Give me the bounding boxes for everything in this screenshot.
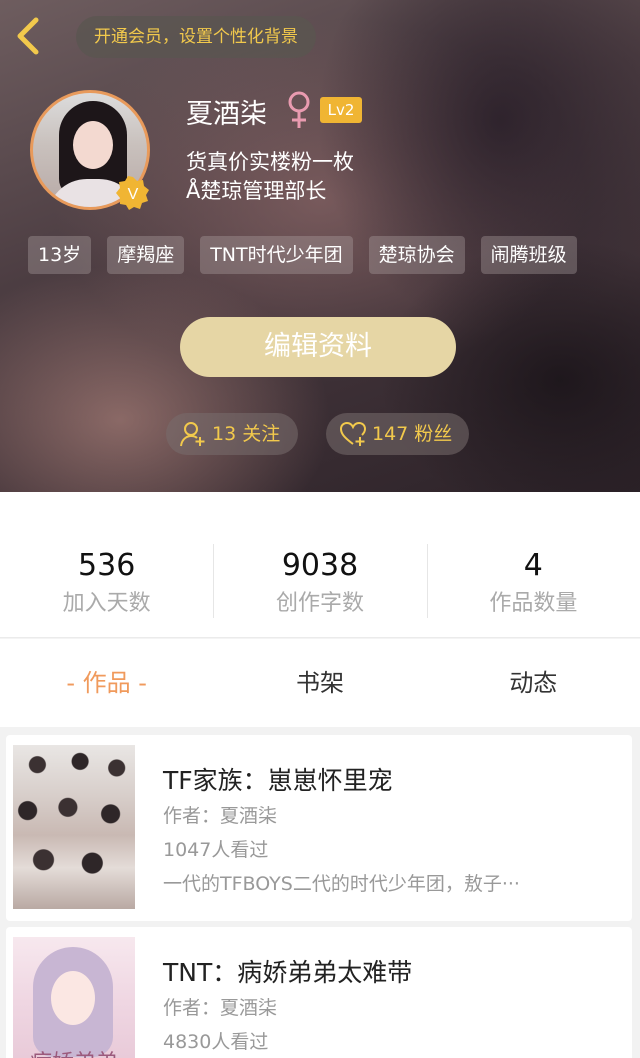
bio-line: 货真价实楼粉一枚 [186,150,354,174]
verified-badge-icon: V [116,176,150,210]
work-views: 1047人看过 [163,839,269,861]
stat-works: 4 作品数量 [426,492,640,637]
work-cover-image [13,745,135,909]
work-views: 4830人看过 [163,1031,269,1053]
stat-label: 作品数量 [489,591,578,616]
tab-works[interactable]: - 作品 - [0,639,213,727]
stat-value: 536 [78,548,136,583]
female-icon [286,90,312,130]
heart-add-icon [340,421,366,446]
stat-value: 9038 [281,548,359,583]
stat-label: 创作字数 [275,591,364,616]
tag-list: 13岁 摩羯座 TNT时代少年团 楚琼协会 闹腾班级 [28,236,577,274]
following-label: 13 关注 [212,423,281,445]
work-author: 作者：夏酒柒 [163,997,278,1019]
back-button[interactable] [8,14,52,58]
tab-bookshelf[interactable]: 书架 [213,639,426,727]
stats-bar: 536 加入天数 9038 创作字数 4 作品数量 [0,492,640,638]
work-title: TF家族：崽崽怀里宠 [163,766,393,795]
user-add-icon [180,422,205,447]
work-author: 作者：夏酒柒 [163,805,278,827]
tag-zodiac: 摩羯座 [107,236,185,274]
stat-days: 536 加入天数 [0,492,213,637]
work-description: 一代的TFBOYS二代的时代少年团，敖子··· [163,873,520,895]
works-list: TF家族：崽崽怀里宠 作者：夏酒柒 1047人看过 一代的TFBOYS二代的时代… [0,727,640,1058]
svg-text:V: V [128,186,139,203]
work-item[interactable]: 病娇弟弟 TNT：病娇弟弟太难带 作者：夏酒柒 4830人看过 [6,927,632,1058]
stat-value: 4 [523,548,543,583]
chevron-left-icon [17,17,39,55]
profile-header: 开通会员，设置个性化背景 V 夏酒柒 Lv2 货真价实楼粉一枚 Å楚琼管理部长 … [0,0,640,492]
cover-title-text: 病娇弟弟 [13,1045,135,1058]
tag-age: 13岁 [28,236,92,274]
fans-button[interactable]: 147 粉丝 [326,413,469,455]
vip-banner-button[interactable]: 开通会员，设置个性化背景 [76,16,316,58]
tab-activity[interactable]: 动态 [427,639,640,727]
tag-group: TNT时代少年团 [200,236,353,274]
work-item[interactable]: TF家族：崽崽怀里宠 作者：夏酒柒 1047人看过 一代的TFBOYS二代的时代… [6,735,632,921]
bio: 货真价实楼粉一枚 Å楚琼管理部长 [186,148,354,206]
username: 夏酒柒 [186,99,267,130]
stat-words: 9038 创作字数 [213,492,426,637]
tag-association: 楚琼协会 [368,236,465,274]
following-button[interactable]: 13 关注 [166,413,298,455]
bio-line: Å楚琼管理部长 [186,179,327,203]
fans-label: 147 粉丝 [372,423,453,445]
level-badge: Lv2 [320,97,362,123]
edit-profile-button[interactable]: 编辑资料 [180,317,456,377]
work-title: TNT：病娇弟弟太难带 [163,958,413,987]
work-cover-image: 病娇弟弟 [13,937,135,1058]
tag-class: 闹腾班级 [480,236,577,274]
profile-tabs: - 作品 - 书架 动态 [0,639,640,727]
stat-label: 加入天数 [62,591,151,616]
